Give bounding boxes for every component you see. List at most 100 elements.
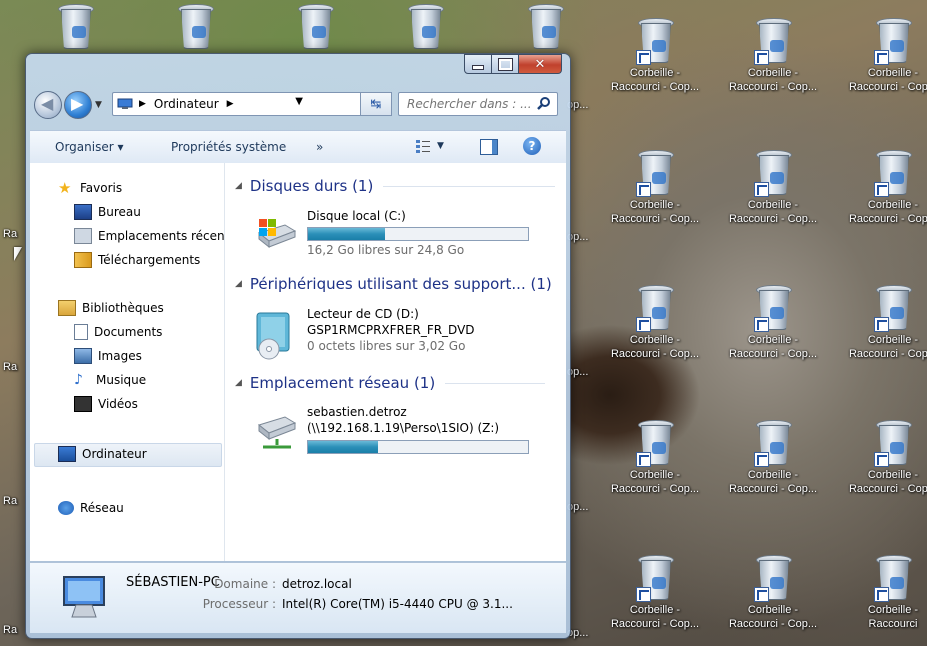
music-icon: ♪ [74, 372, 83, 388]
breadcrumb-separator[interactable]: ▶ [227, 99, 234, 109]
back-arrow-icon: ◀ [41, 94, 54, 113]
nav-documents[interactable]: Documents [74, 323, 162, 341]
drive-name: Disque local (C:) [307, 209, 406, 223]
desktop-icon-recycle-shortcut[interactable]: Corbeille - Raccourci - Cop... [718, 150, 828, 230]
group-label: Emplacement réseau (1) [249, 374, 436, 392]
desktop-icon-recycle-shortcut[interactable]: Corbeille - Raccourci - Cop... [718, 555, 828, 635]
nav-recent-places[interactable]: Emplacements récents [74, 227, 224, 245]
desktop-icon-recycle-shortcut[interactable]: Corbeille - Raccourci - Cop... [838, 420, 927, 500]
content-pane: ◢ Disques durs (1) Disque local (C:) 16,2… [225, 163, 566, 561]
shortcut-arrow-icon [636, 452, 651, 467]
desktop-icon-recycle-shortcut[interactable]: Corbeille - Raccourci [838, 555, 927, 635]
organize-menu[interactable]: Organiser ▾ [55, 140, 124, 154]
breadcrumb-ordinateur[interactable]: Ordinateur [154, 97, 219, 111]
shortcut-arrow-icon [636, 182, 651, 197]
views-dropdown[interactable]: ▼ [437, 141, 444, 151]
nav-desktop[interactable]: Bureau [74, 203, 141, 221]
search-box[interactable] [398, 92, 558, 116]
shortcut-arrow-icon [754, 452, 769, 467]
minimize-button[interactable] [464, 54, 492, 74]
collapse-triangle-icon: ◢ [235, 181, 242, 191]
maximize-button[interactable] [492, 54, 519, 74]
desktop-icon-recycle-shortcut[interactable]: Corbeille - Raccourci - Cop... [600, 285, 710, 365]
group-header-hard-disks[interactable]: ◢ Disques durs (1) [235, 177, 556, 195]
nav-computer[interactable]: Ordinateur [58, 445, 147, 463]
details-pane: SÉBASTIEN-PC Domaine : detroz.local Proc… [30, 562, 566, 633]
nav-network[interactable]: Réseau [58, 499, 124, 517]
desktop-icon-recycle-shortcut[interactable]: Corbeille - Raccourci - Cop... [838, 285, 927, 365]
recycle-bin-icon [528, 4, 564, 49]
desktop-icon-recycle-shortcut[interactable]: Corbeille - Raccourci - Cop... [838, 150, 927, 230]
domain-label: Domaine : [214, 577, 276, 591]
icon-title: Corbeille - [629, 334, 681, 346]
system-properties-button[interactable]: Propriétés système [171, 140, 286, 154]
address-dropdown-button[interactable]: ▼ [295, 96, 303, 107]
icon-subtitle: Raccourci - Cop... [848, 348, 927, 360]
drive-network-z[interactable]: sebastien.detroz (\\192.168.1.19\Perso\1… [247, 403, 547, 459]
nav-images[interactable]: Images [74, 347, 142, 365]
desktop-icon-recycle-shortcut[interactable]: Corbeille - Raccourci - Cop... [718, 285, 828, 365]
mouse-cursor [14, 247, 22, 261]
partial-icon-label: Ra [3, 495, 18, 507]
shortcut-arrow-icon [874, 317, 889, 332]
desktop-icon-recycle-shortcut[interactable]: Corbeille - Raccourci - Cop... [718, 420, 828, 500]
nav-libraries[interactable]: Bibliothèques [58, 299, 164, 317]
drive-usage-bar [307, 440, 529, 454]
icon-title: Corbeille - [629, 604, 681, 616]
desktop-icon-recycle-shortcut[interactable]: Corbeille - Raccourci - Cop... [600, 150, 710, 230]
address-bar[interactable]: ▶ Ordinateur ▶ ▼ [112, 92, 364, 116]
nav-label: Réseau [80, 501, 124, 515]
caption-buttons: ✕ [464, 54, 562, 74]
computer-icon [63, 576, 105, 618]
forward-button[interactable]: ▶ [64, 91, 92, 119]
nav-label: Documents [94, 325, 163, 339]
icon-title: Corbeille - [629, 67, 681, 79]
more-commands-button[interactable]: » [316, 140, 323, 154]
icon-title: Corbeille - [867, 199, 919, 211]
icon-title: Corbeille - [867, 334, 919, 346]
nav-downloads[interactable]: Téléchargements [74, 251, 200, 269]
recycle-bin-icon [178, 4, 214, 49]
nav-videos[interactable]: Vidéos [74, 395, 138, 413]
desktop-icon-recycle-shortcut[interactable]: Corbeille - Raccourci - Cop... [600, 18, 710, 98]
network-drive-icon [257, 416, 297, 449]
preview-pane-icon[interactable] [480, 139, 498, 155]
icon-title: Corbeille - [747, 199, 799, 211]
forward-arrow-icon: ▶ [71, 94, 84, 113]
drive-free-space: 0 octets libres sur 3,02 Go [307, 339, 466, 353]
domain-value: detroz.local [282, 577, 352, 591]
desktop-icon-recycle-shortcut[interactable]: Corbeille - Raccourci - Cop... [600, 555, 710, 635]
desktop-icon-recycle-shortcut[interactable]: Corbeille - Raccourci - Cop... [718, 18, 828, 98]
group-header-network[interactable]: ◢ Emplacement réseau (1) [235, 374, 546, 392]
group-header-removable[interactable]: ◢ Périphériques utilisant des support... … [235, 275, 552, 293]
back-button[interactable]: ◀ [34, 91, 62, 119]
network-icon [58, 501, 74, 515]
icon-subtitle: Raccourci - Cop... [728, 618, 818, 630]
nav-favorites[interactable]: ★ Favoris [58, 179, 122, 197]
nav-music[interactable]: ♪ Musique [74, 371, 146, 389]
navigation-pane: ★ Favoris Bureau Emplacements récents Tél… [30, 163, 225, 561]
search-input[interactable] [405, 93, 533, 115]
shortcut-arrow-icon [754, 317, 769, 332]
recent-pages-dropdown[interactable]: ▼ [95, 100, 102, 110]
icon-subtitle: Raccourci [868, 618, 918, 630]
breadcrumb-separator[interactable]: ▶ [139, 99, 146, 109]
images-icon [74, 348, 92, 364]
shortcut-arrow-icon [636, 317, 651, 332]
computer-icon [117, 98, 133, 109]
nav-label: Musique [96, 373, 147, 387]
icon-title: Corbeille - [747, 469, 799, 481]
desktop-icon-recycle-shortcut[interactable]: Corbeille - Raccourci - Cop... [600, 420, 710, 500]
refresh-button[interactable]: ↹ [360, 92, 392, 116]
views-icon[interactable] [415, 138, 431, 154]
desktop-icon-recycle-shortcut[interactable]: Corbeille - Raccourci - Cop... [838, 18, 927, 98]
icon-subtitle: Raccourci - Cop... [728, 483, 818, 495]
libraries-icon [58, 300, 76, 316]
help-icon[interactable]: ? [523, 137, 541, 155]
close-button[interactable]: ✕ [519, 54, 562, 74]
shortcut-arrow-icon [636, 587, 651, 602]
drive-cd-d[interactable]: Lecteur de CD (D:) GSP1RMCPRXFRER_FR_DVD… [247, 305, 547, 361]
icon-subtitle: Raccourci - Cop... [728, 81, 818, 93]
nav-label: Images [98, 349, 142, 363]
drive-local-c[interactable]: Disque local (C:) 16,2 Go libres sur 24,… [247, 207, 547, 259]
